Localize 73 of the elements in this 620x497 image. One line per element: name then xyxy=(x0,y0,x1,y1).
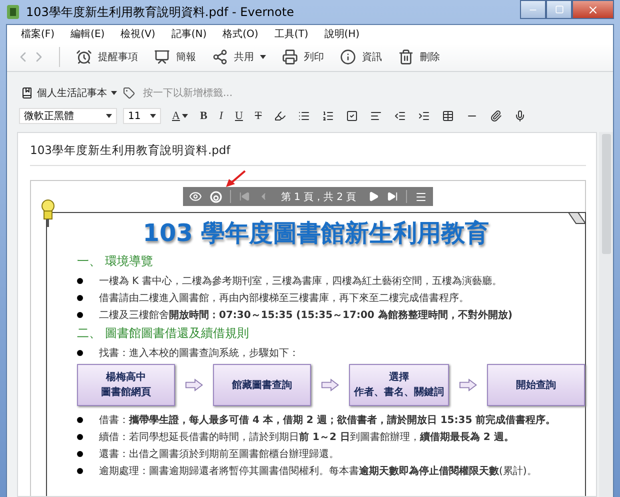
flow-step: 楊梅高中 圖書館網頁 xyxy=(77,364,175,406)
bullet-text: 一樓為 K 書中心，二樓為參考期刊室，三樓為書庫，四樓為紅土藝術空間，五樓為演藝廳。 xyxy=(99,274,502,288)
font-dropdown[interactable]: 微軟正黑體 xyxy=(19,108,117,124)
menu-item[interactable]: 檢視(V) xyxy=(112,27,164,41)
bullet-dot xyxy=(77,468,83,474)
toolbar-button[interactable]: 簡報 xyxy=(150,49,208,65)
toolbar-button[interactable]: 共用 xyxy=(208,49,278,65)
delete-icon xyxy=(398,49,414,65)
bullet-text: 逾期處理：圖書逾期歸還者將暫停其圖書借閱權利。每本書逾期天數即為停止借閱權限天數(累計)。 xyxy=(99,464,537,478)
pushpin-icon xyxy=(39,199,57,229)
maximize-button[interactable] xyxy=(546,0,572,19)
color-button[interactable]: A xyxy=(167,110,193,122)
toolbar-button[interactable]: 列印 xyxy=(278,49,336,65)
reminder-icon xyxy=(76,49,92,65)
tag-input-field[interactable]: 按一下以新增標籤... xyxy=(141,86,345,100)
present-icon xyxy=(154,49,170,65)
document-title: 103 學年度圖書館新生利用教育 xyxy=(142,218,490,249)
page-indicator: 第 1 頁，共 2 頁 xyxy=(280,190,358,204)
arrow-icon xyxy=(321,378,340,392)
note-title[interactable]: 103學年度新生利用教育說明資料.pdf xyxy=(30,133,586,166)
bullet-text: 續借：若同學想延長借書的時間，請於到期日前 1～2 日到圖書館辦理，續借期最長為 2 週。 xyxy=(99,430,514,444)
menu-item[interactable]: 說明(H) xyxy=(316,27,368,41)
toolbar-button[interactable]: 刪除 xyxy=(394,49,452,65)
italic-button[interactable]: I xyxy=(214,110,228,122)
next-page-icon[interactable] xyxy=(368,191,380,202)
window-title: 103學年度新生利用教育說明資料.pdf - Evernote xyxy=(26,4,295,20)
font-size-dropdown[interactable]: 11 xyxy=(123,108,161,124)
bullet-dot xyxy=(77,278,83,284)
print-icon xyxy=(282,49,298,65)
toolbar-button[interactable]: 資訊 xyxy=(336,49,394,65)
minimize-button[interactable] xyxy=(520,0,546,19)
last-page-icon[interactable] xyxy=(387,191,398,202)
strike-button[interactable]: T xyxy=(250,110,267,122)
toolbar-button[interactable]: 提醒事項 xyxy=(72,49,150,65)
bullet-text: 借書請由二樓進入圖書館，再由內部樓梯至三樓書庫，再下來至二樓完成借書程序。 xyxy=(99,292,469,304)
flow-step: 館藏圖書查詢 xyxy=(213,364,312,406)
share-icon xyxy=(212,49,228,65)
notebook-dropdown[interactable]: 個人生活記事本 xyxy=(21,86,117,100)
bold-button[interactable]: B xyxy=(194,110,212,122)
annotate-icon[interactable] xyxy=(210,190,222,202)
menu-item[interactable]: 記事(N) xyxy=(163,27,215,41)
eye-icon[interactable] xyxy=(188,190,202,203)
maximize-icon xyxy=(554,5,564,14)
menu-item[interactable]: 工具(T) xyxy=(266,27,316,41)
flow-step: 選擇 作者、書名、關鍵詞 xyxy=(349,364,449,406)
bullet-text: 還書：出借之圖書須於到期前至圖書館櫃台辦理歸還。 xyxy=(99,448,339,460)
menu-item[interactable]: 編輯(E) xyxy=(62,27,113,41)
bullet-dot xyxy=(77,434,83,440)
arrow-icon xyxy=(458,378,478,392)
notebook-icon xyxy=(21,87,33,99)
section-heading: 二、 圖書館圖書借還及續借規則 xyxy=(77,325,250,342)
section-heading: 一、 環境導覽 xyxy=(77,253,154,270)
scrollbar[interactable] xyxy=(599,132,613,497)
app-logo-icon xyxy=(6,4,20,20)
bullet-dot xyxy=(77,312,83,318)
menu-icon[interactable] xyxy=(415,190,428,202)
underline-button[interactable]: U xyxy=(230,110,248,122)
bullet-dot xyxy=(77,294,83,300)
tag-icon xyxy=(123,87,135,99)
arrow-icon xyxy=(185,378,204,392)
close-button[interactable] xyxy=(572,0,614,19)
bullet-dot xyxy=(77,416,83,422)
bullet-dot xyxy=(77,350,83,356)
bullet-text: 借書：攜帶學生證，每人最多可借 4 本，借期 2 週；欲借書者，請於開放日 15:35 前完成借書程序。 xyxy=(99,413,556,426)
pointer-arrow-icon xyxy=(223,169,247,189)
bullet-dot xyxy=(77,450,83,456)
close-icon xyxy=(587,4,599,16)
flow-step: 開始查詢 xyxy=(487,364,586,406)
menu-item[interactable]: 格式(O) xyxy=(214,27,266,41)
bullet-text: 找書：進入本校的圖書查詢系統，步驟如下： xyxy=(99,346,299,360)
info-icon xyxy=(340,49,356,65)
menu-item[interactable]: 檔案(F) xyxy=(13,27,63,41)
bullet-text: 二樓及三樓館舍開放時間：07:30～15:35 (15:35～17:00 為館務整理時間，不對外開放) xyxy=(99,308,512,322)
